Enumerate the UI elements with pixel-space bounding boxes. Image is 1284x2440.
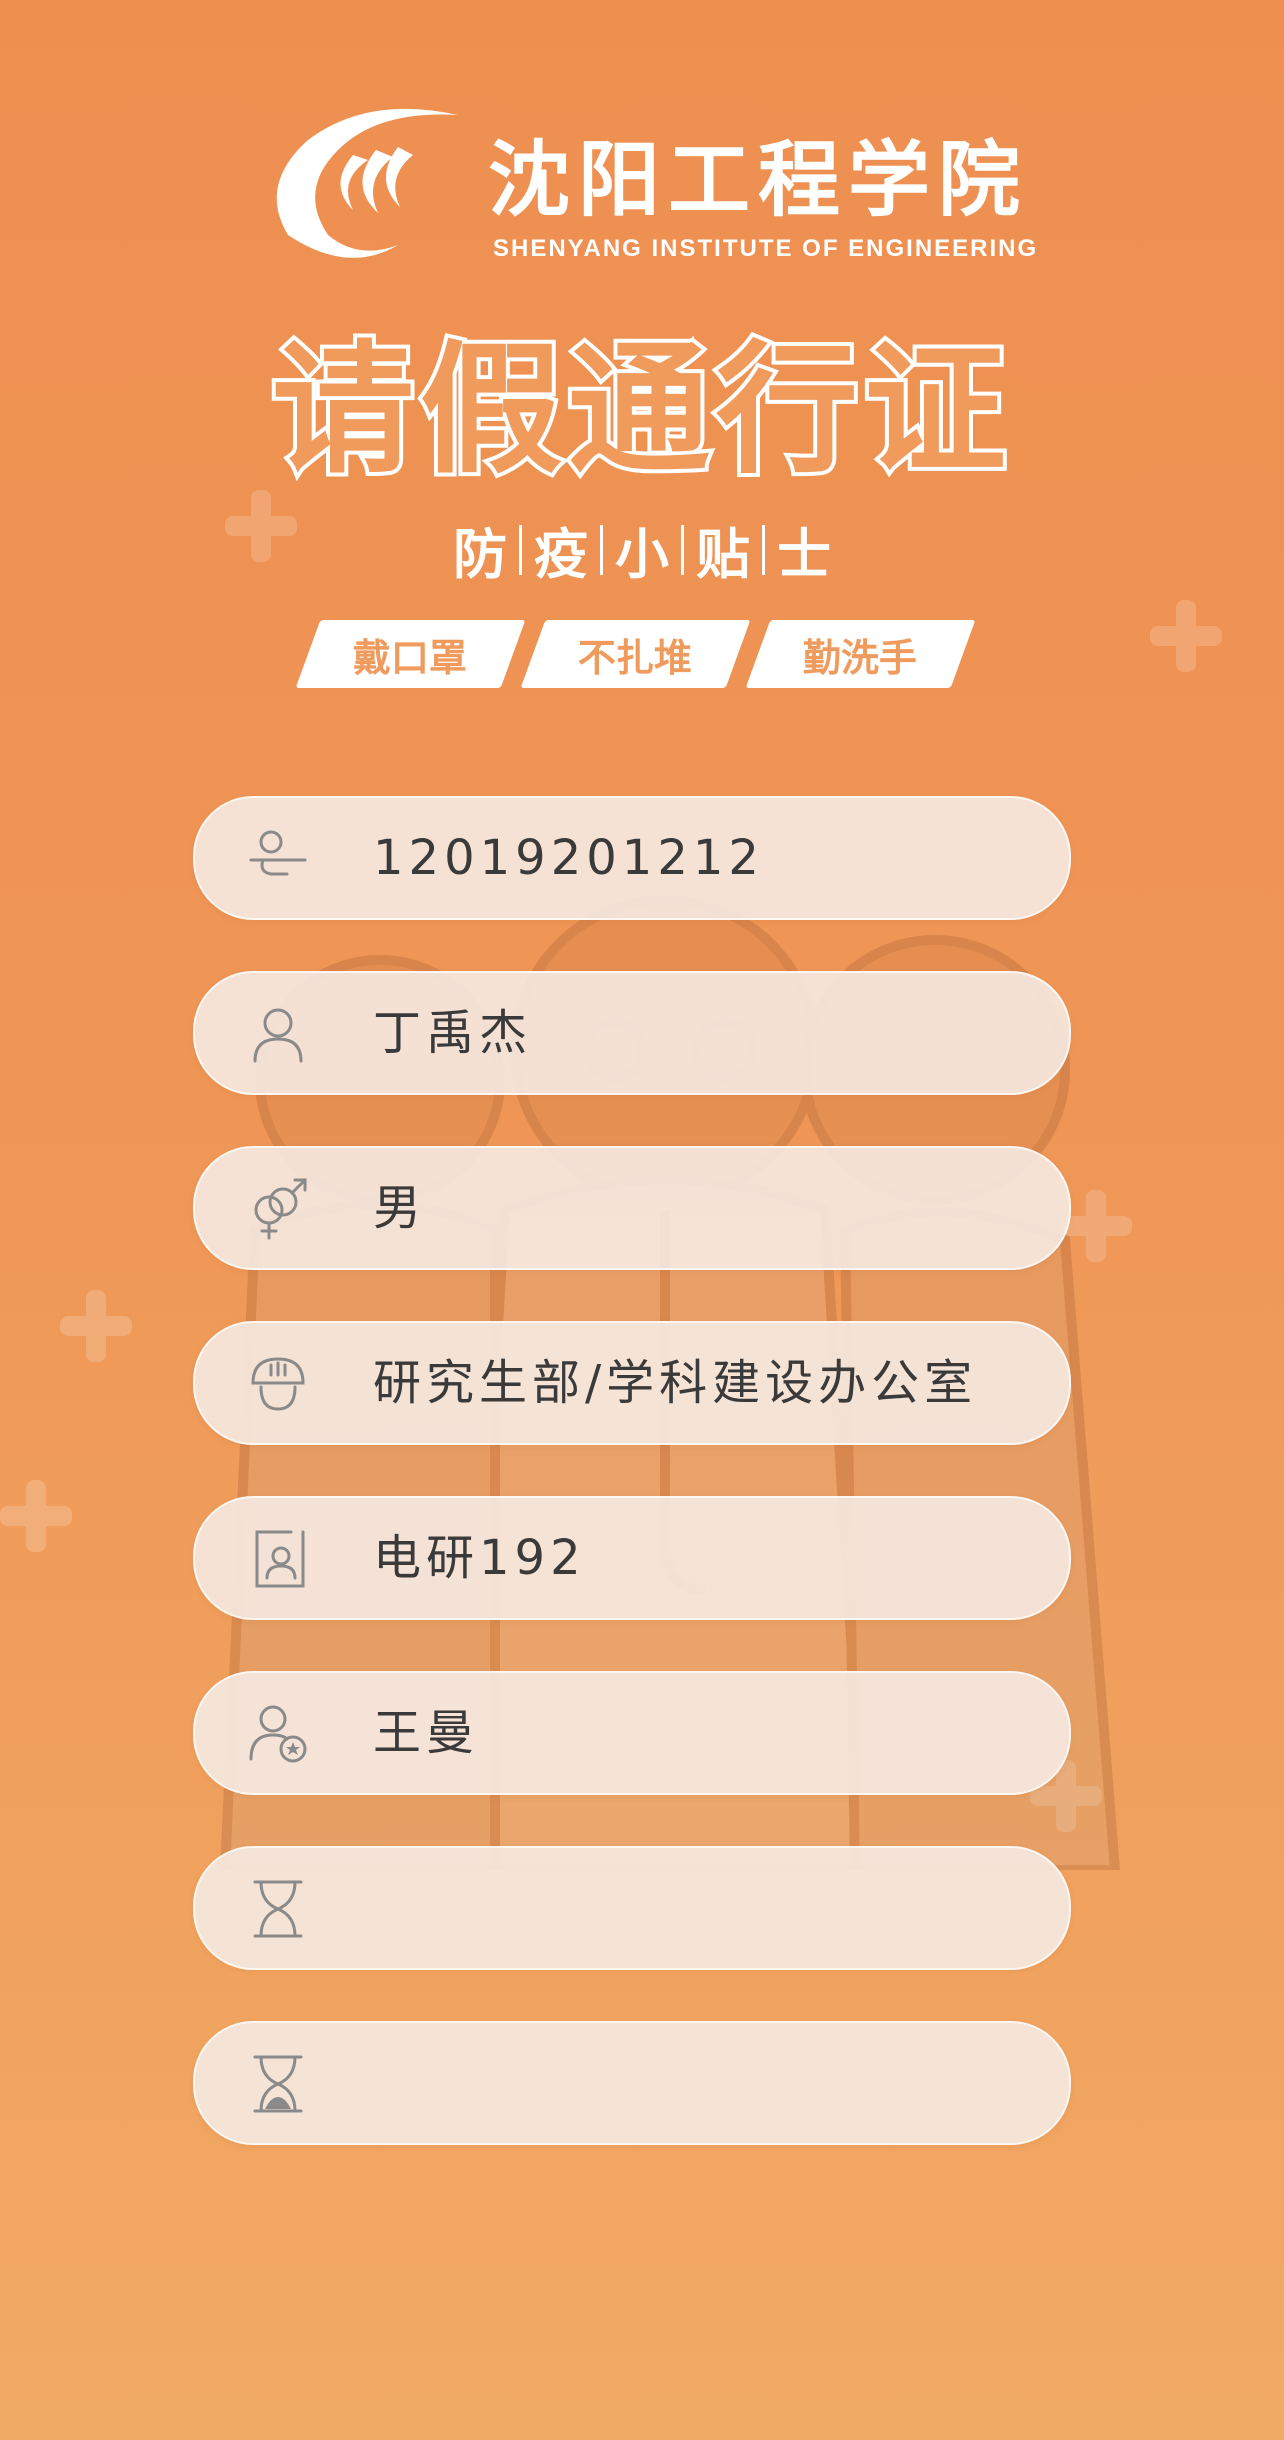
gender-icon: [254, 1178, 307, 1240]
tip-tag-mask: 戴口罩: [295, 620, 526, 688]
divider: [519, 524, 522, 575]
divider: [600, 524, 603, 575]
department-icon: [251, 1357, 305, 1411]
tip-tag-label: 勤洗手: [803, 635, 918, 680]
plus-decoration: [0, 1480, 72, 1552]
school-emblem-icon: [276, 108, 458, 258]
student-id-field: 12019201212: [193, 796, 1071, 920]
department-value: 研究生部/学科建设办公室: [373, 1355, 978, 1411]
advisor-value: 王曼: [373, 1705, 480, 1761]
person-icon: [253, 1008, 303, 1063]
gender-value: 男: [373, 1180, 427, 1236]
advisor-icon: [249, 1705, 307, 1763]
divider: [762, 524, 765, 575]
name-field: 丁禹杰: [193, 971, 1071, 1095]
school-logo: 沈阳工程学院 SHENYANG INSTITUTE OF ENGINEERING: [258, 95, 1036, 270]
tips-heading: 防 疫 小 贴 士: [0, 510, 1284, 589]
leave-end-field: [193, 2021, 1071, 2145]
tip-tag-label: 不扎堆: [578, 635, 693, 680]
tips-heading-char: 防: [453, 523, 507, 586]
department-field: 研究生部/学科建设办公室: [193, 1321, 1071, 1445]
student-id-value: 12019201212: [373, 830, 764, 886]
tip-tag-no-crowd: 不扎堆: [520, 620, 751, 688]
class-value: 电研192: [373, 1530, 586, 1586]
tips-heading-char: 士: [777, 523, 831, 586]
tips-heading-char: 疫: [534, 523, 588, 586]
gender-field: 男: [193, 1146, 1071, 1270]
tip-tag-label: 戴口罩: [353, 635, 468, 680]
plus-decoration: [1150, 600, 1222, 672]
leave-start-field: [193, 1846, 1071, 1970]
hourglass-icon: [253, 2055, 303, 2113]
school-name: 沈阳工程学院: [488, 132, 1029, 228]
divider: [681, 524, 684, 575]
class-field: 电研192: [193, 1496, 1071, 1620]
tips-heading-char: 小: [615, 523, 669, 586]
name-value: 丁禹杰: [373, 1005, 533, 1061]
tips-heading-char: 贴: [696, 523, 750, 586]
info-fields: 12019201212 丁禹杰 男 研究生部/学科建设办公室 电研192 王曼: [193, 796, 1071, 2196]
class-icon: [255, 1530, 305, 1588]
school-name-english: SHENYANG INSTITUTE OF ENGINEERING: [493, 235, 1039, 262]
plus-decoration: [60, 1290, 132, 1362]
tips-tags: 戴口罩 不扎堆 勤洗手: [295, 620, 976, 688]
id-number-icon: [249, 830, 307, 876]
hourglass-icon: [253, 1880, 303, 1938]
tip-tag-wash-hands: 勤洗手: [745, 620, 976, 688]
page-title: 请假通行证: [268, 328, 1012, 493]
advisor-field: 王曼: [193, 1671, 1071, 1795]
